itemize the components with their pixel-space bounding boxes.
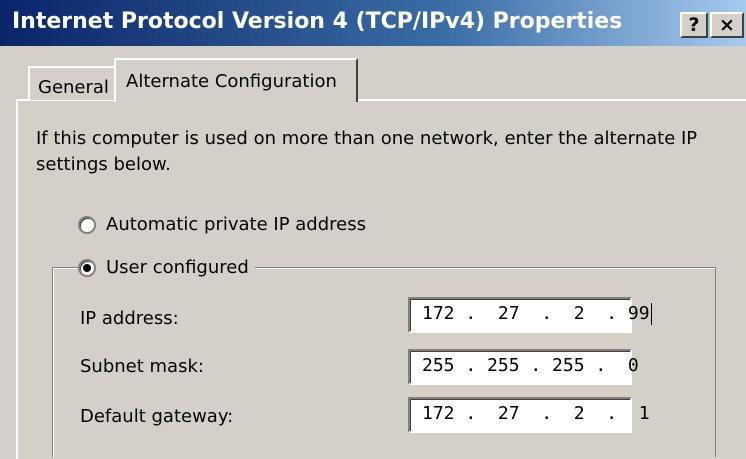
title-bar[interactable]: Internet Protocol Version 4 (TCP/IPv4) P… (0, 0, 746, 46)
radio-button-selected[interactable] (78, 259, 96, 277)
default-gateway-field[interactable]: 172 . 27 . 2 . 1 (408, 397, 650, 433)
tab-general[interactable]: General (28, 66, 116, 100)
ip-address-field[interactable]: 172 . 27 . 2 . 99 (408, 297, 652, 333)
tab-label: General (38, 77, 109, 98)
default-gateway-label: Default gateway: (80, 406, 234, 427)
close-icon: × (719, 14, 735, 36)
intro-text: If this computer is used on more than on… (36, 128, 698, 175)
user-configured-option[interactable]: User configured (78, 257, 255, 279)
subnet-mask-field[interactable]: 255 . 255 . 255 . 0 (408, 349, 639, 385)
radio-dot-icon (83, 264, 91, 272)
user-configured-label: User configured (106, 257, 249, 278)
text-caret (650, 303, 652, 325)
radio-button-unselected[interactable] (78, 216, 96, 234)
default-gateway-value: 172 . 27 . 2 . 1 (422, 403, 650, 424)
ip-address-value: 172 . 27 . 2 . 99 (422, 303, 650, 324)
close-button[interactable]: × (710, 12, 744, 38)
automatic-ip-option[interactable]: Automatic private IP address (78, 214, 366, 236)
subnet-mask-label: Subnet mask: (80, 356, 204, 377)
help-button[interactable]: ? (680, 12, 708, 38)
automatic-ip-label: Automatic private IP address (106, 214, 366, 235)
tab-label: Alternate Configuration (126, 71, 337, 92)
subnet-mask-value: 255 . 255 . 255 . 0 (422, 355, 639, 376)
ip-address-label: IP address: (80, 308, 179, 329)
window-title: Internet Protocol Version 4 (TCP/IPv4) P… (12, 9, 623, 34)
help-icon: ? (688, 14, 700, 36)
tab-alternate-configuration[interactable]: Alternate Configuration (114, 58, 358, 102)
